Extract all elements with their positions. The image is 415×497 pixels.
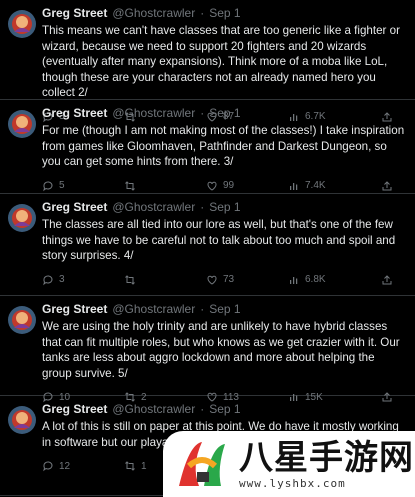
reply-icon	[42, 274, 54, 286]
author-name[interactable]: Greg Street	[42, 402, 107, 417]
author-name[interactable]: Greg Street	[42, 200, 107, 215]
tweet[interactable]: Greg Street @Ghostcrawler · Sep 1 The cl…	[0, 194, 415, 296]
bar-chart-icon	[288, 180, 300, 192]
heart-icon	[206, 274, 218, 286]
views-button[interactable]: 6.8K	[288, 274, 370, 286]
tweet-text: This means we can't have classes that ar…	[42, 24, 400, 99]
heart-icon	[206, 180, 218, 192]
retweet-button[interactable]	[124, 274, 206, 286]
reply-button[interactable]: 5	[42, 180, 124, 192]
watermark-logo	[171, 436, 233, 492]
author-name[interactable]: Greg Street	[42, 6, 107, 21]
tweet-date[interactable]: Sep 1	[209, 106, 240, 121]
tweet-text: The classes are all tied into our lore a…	[42, 218, 396, 262]
tweet-date[interactable]: Sep 1	[209, 302, 240, 317]
retweet-icon	[124, 274, 136, 286]
bar-chart-icon	[288, 274, 300, 286]
tweet-text: We are using the holy trinity and are un…	[42, 320, 400, 380]
reply-count: 3	[59, 274, 65, 285]
tweet[interactable]: Greg Street @Ghostcrawler · Sep 1 For me…	[0, 100, 415, 194]
reply-count: 12	[59, 460, 71, 472]
watermark-title: 八星手游网	[239, 437, 414, 478]
tweet-date[interactable]: Sep 1	[209, 402, 240, 417]
tweet[interactable]: Greg Street @Ghostcrawler · Sep 1 We are…	[0, 296, 415, 403]
avatar[interactable]	[8, 110, 36, 138]
tweet-date[interactable]: Sep 1	[209, 200, 240, 215]
retweet-icon	[124, 180, 136, 192]
separator-dot: ·	[200, 106, 205, 120]
author-name[interactable]: Greg Street	[42, 106, 107, 121]
tweet-actions: 3 73 6.8K	[42, 270, 407, 290]
reply-button[interactable]: 3	[42, 274, 124, 286]
tweet[interactable]: Greg Street @Ghostcrawler · Sep 1 This m…	[0, 0, 415, 122]
tweet-actions: 5 99 7.4K	[42, 176, 407, 196]
avatar[interactable]	[8, 204, 36, 232]
reply-icon	[42, 180, 54, 192]
separator-dot: ·	[200, 6, 205, 20]
reply-icon	[42, 460, 54, 472]
share-icon	[381, 274, 393, 286]
separator-dot: ·	[200, 200, 205, 214]
like-button[interactable]: 73	[206, 274, 288, 286]
view-count: 6.8K	[305, 274, 326, 285]
author-handle[interactable]: @Ghostcrawler	[112, 402, 195, 417]
like-button[interactable]: 99	[206, 180, 288, 192]
author-handle[interactable]: @Ghostcrawler	[112, 6, 195, 21]
share-button[interactable]	[381, 274, 393, 286]
author-handle[interactable]: @Ghostcrawler	[112, 200, 195, 215]
retweet-icon	[124, 460, 136, 472]
tweet-date[interactable]: Sep 1	[209, 6, 240, 21]
separator-dot: ·	[200, 302, 205, 316]
separator-dot: ·	[200, 402, 205, 416]
like-count: 99	[223, 180, 235, 191]
share-button[interactable]	[381, 180, 393, 192]
site-watermark: 八星手游网 www.lyshbx.com	[163, 431, 415, 497]
avatar[interactable]	[8, 10, 36, 38]
author-handle[interactable]: @Ghostcrawler	[112, 106, 195, 121]
author-name[interactable]: Greg Street	[42, 302, 107, 317]
retweet-button[interactable]	[124, 180, 206, 192]
tweet-feed: Greg Street @Ghostcrawler · Sep 1 This m…	[0, 0, 415, 496]
view-count: 7.4K	[305, 180, 326, 191]
reply-count: 5	[59, 180, 65, 191]
author-handle[interactable]: @Ghostcrawler	[112, 302, 195, 317]
share-icon	[381, 180, 393, 192]
avatar[interactable]	[8, 306, 36, 334]
reply-button[interactable]: 12	[42, 460, 124, 472]
like-count: 73	[223, 274, 235, 285]
avatar[interactable]	[8, 406, 36, 434]
watermark-url: www.lyshbx.com	[239, 476, 346, 490]
retweet-count: 1	[141, 460, 147, 472]
tweet-text: For me (though I am not making most of t…	[42, 124, 405, 168]
views-button[interactable]: 7.4K	[288, 180, 370, 192]
